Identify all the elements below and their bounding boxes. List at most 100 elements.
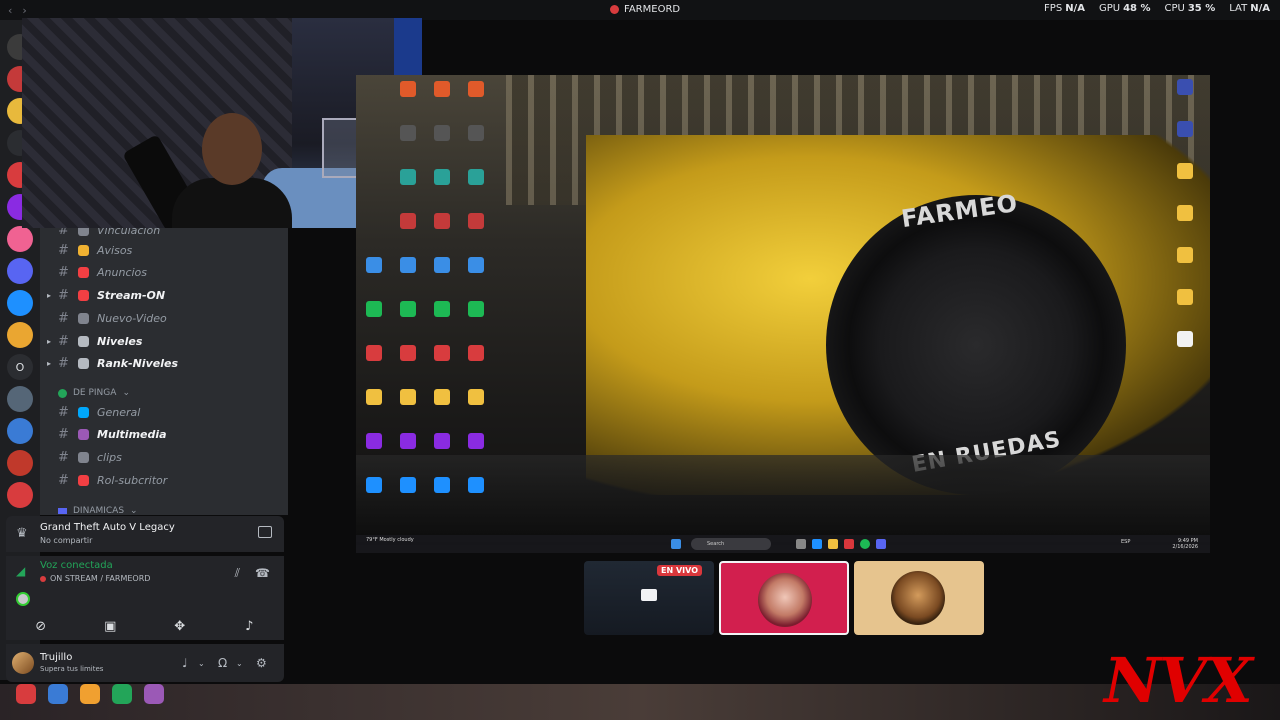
desktop-shortcut-icon[interactable] — [1170, 121, 1200, 139]
desktop-shortcut-icon[interactable] — [427, 389, 457, 407]
desktop-shortcut-icon[interactable] — [393, 301, 423, 319]
channel-item[interactable]: # Multimedia — [58, 425, 167, 445]
desktop-shortcut-icon[interactable] — [1170, 205, 1200, 223]
channel-item[interactable]: # Anuncios — [58, 263, 147, 283]
desktop-shortcut-icon[interactable] — [427, 345, 457, 363]
desktop-shortcut-icon[interactable] — [359, 301, 389, 319]
server-icon[interactable] — [7, 258, 33, 284]
stream-game-button[interactable] — [258, 526, 272, 538]
desktop-shortcut-icon[interactable] — [359, 257, 389, 275]
channel-item[interactable]: ▸ # Rank-Niveles — [47, 354, 178, 374]
participant-tile[interactable] — [854, 561, 984, 635]
desktop-shortcut-icon[interactable] — [427, 433, 457, 451]
signal-icon[interactable]: ◢ — [16, 564, 25, 578]
server-icon[interactable] — [7, 482, 33, 508]
desktop-shortcut-icon[interactable] — [393, 477, 423, 495]
noise-suppression-icon[interactable]: ⫽ — [235, 566, 240, 581]
desktop-shortcut-icon[interactable] — [461, 169, 491, 187]
desktop-shortcut-icon[interactable] — [461, 389, 491, 407]
server-icon[interactable] — [7, 322, 33, 348]
windows-start-icon[interactable] — [671, 539, 681, 549]
forward-icon[interactable]: › — [22, 4, 26, 17]
desktop-shortcut-icon[interactable] — [393, 125, 423, 143]
desktop-shortcut-icon[interactable] — [359, 345, 389, 363]
desktop-shortcut-icon[interactable] — [1170, 247, 1200, 265]
desktop-shortcut-icon[interactable] — [461, 301, 491, 319]
desktop-shortcut-icon[interactable] — [393, 257, 423, 275]
taskbar-weather[interactable]: 79°F Mostly cloudy — [366, 537, 414, 543]
camera-off-icon[interactable]: ⊘ — [31, 617, 51, 635]
server-icon[interactable]: O — [7, 354, 33, 380]
desktop-shortcut-icon[interactable] — [461, 257, 491, 275]
participant-tile-speaking[interactable] — [719, 561, 849, 635]
disconnect-icon[interactable]: ☎ — [255, 566, 270, 580]
desktop-shortcut-icon[interactable] — [393, 213, 423, 231]
desktop-shortcut-icon[interactable] — [461, 477, 491, 495]
chevron-down-icon[interactable]: ⌄ — [236, 659, 243, 668]
voice-status[interactable]: Voz conectada — [40, 560, 113, 571]
desktop-shortcut-icon[interactable] — [461, 213, 491, 231]
desktop-shortcut-icon[interactable] — [427, 169, 457, 187]
desktop-shortcut-icon[interactable] — [427, 257, 457, 275]
participant-tile-stream[interactable]: EN VIVO — [584, 561, 714, 635]
desktop-shortcut-icon[interactable] — [461, 345, 491, 363]
back-icon[interactable]: ‹ — [8, 4, 12, 17]
app-icon[interactable] — [112, 684, 132, 704]
desktop-shortcut-icon[interactable] — [427, 81, 457, 99]
user-avatar[interactable] — [12, 652, 34, 674]
desktop-shortcut-icon[interactable] — [427, 301, 457, 319]
app-icon[interactable] — [844, 539, 854, 549]
desktop-shortcut-icon[interactable] — [427, 477, 457, 495]
server-icon[interactable] — [7, 226, 33, 252]
screen-share-icon[interactable]: ▣ — [100, 617, 120, 635]
app-icon[interactable] — [48, 684, 68, 704]
soundboard-icon[interactable]: ♪ — [239, 617, 259, 635]
category-dinamicas[interactable]: DINAMICAS ⌄ — [58, 506, 138, 516]
folder-icon[interactable] — [828, 539, 838, 549]
spotify-icon[interactable] — [860, 539, 870, 549]
discord-icon[interactable] — [876, 539, 886, 549]
chevron-down-icon[interactable]: ⌄ — [198, 659, 205, 668]
channel-item[interactable]: # Rol-subcritor — [58, 470, 167, 490]
desktop-shortcut-icon[interactable] — [1170, 331, 1200, 349]
server-icon[interactable] — [7, 450, 33, 476]
channel-item[interactable]: # General — [58, 402, 140, 422]
desktop-shortcut-icon[interactable] — [359, 477, 389, 495]
taskbar-clock[interactable]: 9:49 PM 2/16/2026 — [1172, 538, 1198, 550]
stream-view[interactable]: FARMEO EN RUEDAS 79°F Mostly cloudy Sear… — [356, 75, 1210, 553]
channel-item[interactable]: ▸ # Niveles — [47, 331, 142, 351]
desktop-shortcut-icon[interactable] — [461, 433, 491, 451]
desktop-shortcut-icon[interactable] — [393, 81, 423, 99]
desktop-shortcut-icon[interactable] — [393, 389, 423, 407]
desktop-shortcut-icon[interactable] — [359, 389, 389, 407]
desktop-shortcut-icon[interactable] — [427, 213, 457, 231]
category-de-pinga[interactable]: DE PINGA ⌄ — [58, 388, 130, 398]
channel-item[interactable]: # Avisos — [58, 240, 132, 260]
app-icon[interactable] — [80, 684, 100, 704]
server-icon[interactable] — [7, 386, 33, 412]
desktop-shortcut-icon[interactable] — [461, 81, 491, 99]
taskbar-language[interactable]: ESP — [1121, 539, 1130, 545]
taskbar-search[interactable]: Search — [691, 538, 771, 550]
edge-icon[interactable] — [812, 539, 822, 549]
app-icon[interactable] — [16, 684, 36, 704]
desktop-shortcut-icon[interactable] — [461, 125, 491, 143]
channel-item[interactable]: ▸ # Stream-ON — [47, 286, 165, 306]
headphones-icon[interactable]: Ω — [218, 656, 227, 670]
user-name[interactable]: Trujillo — [40, 652, 72, 663]
desktop-shortcut-icon[interactable] — [1170, 289, 1200, 307]
channel-item[interactable]: # clips — [58, 448, 122, 468]
app-icon[interactable] — [144, 684, 164, 704]
server-icon[interactable] — [7, 290, 33, 316]
desktop-shortcut-icon[interactable] — [1170, 163, 1200, 181]
gear-icon[interactable]: ⚙ — [256, 656, 267, 670]
task-view-icon[interactable] — [796, 539, 806, 549]
activities-icon[interactable]: ✥ — [170, 617, 190, 635]
desktop-shortcut-icon[interactable] — [1170, 79, 1200, 97]
microphone-icon[interactable]: ♩ — [182, 656, 188, 670]
desktop-shortcut-icon[interactable] — [359, 433, 389, 451]
channel-item[interactable]: # Nuevo-Video — [58, 308, 167, 328]
voice-user-avatar[interactable] — [16, 592, 30, 606]
desktop-shortcut-icon[interactable] — [393, 345, 423, 363]
server-icon[interactable] — [7, 418, 33, 444]
